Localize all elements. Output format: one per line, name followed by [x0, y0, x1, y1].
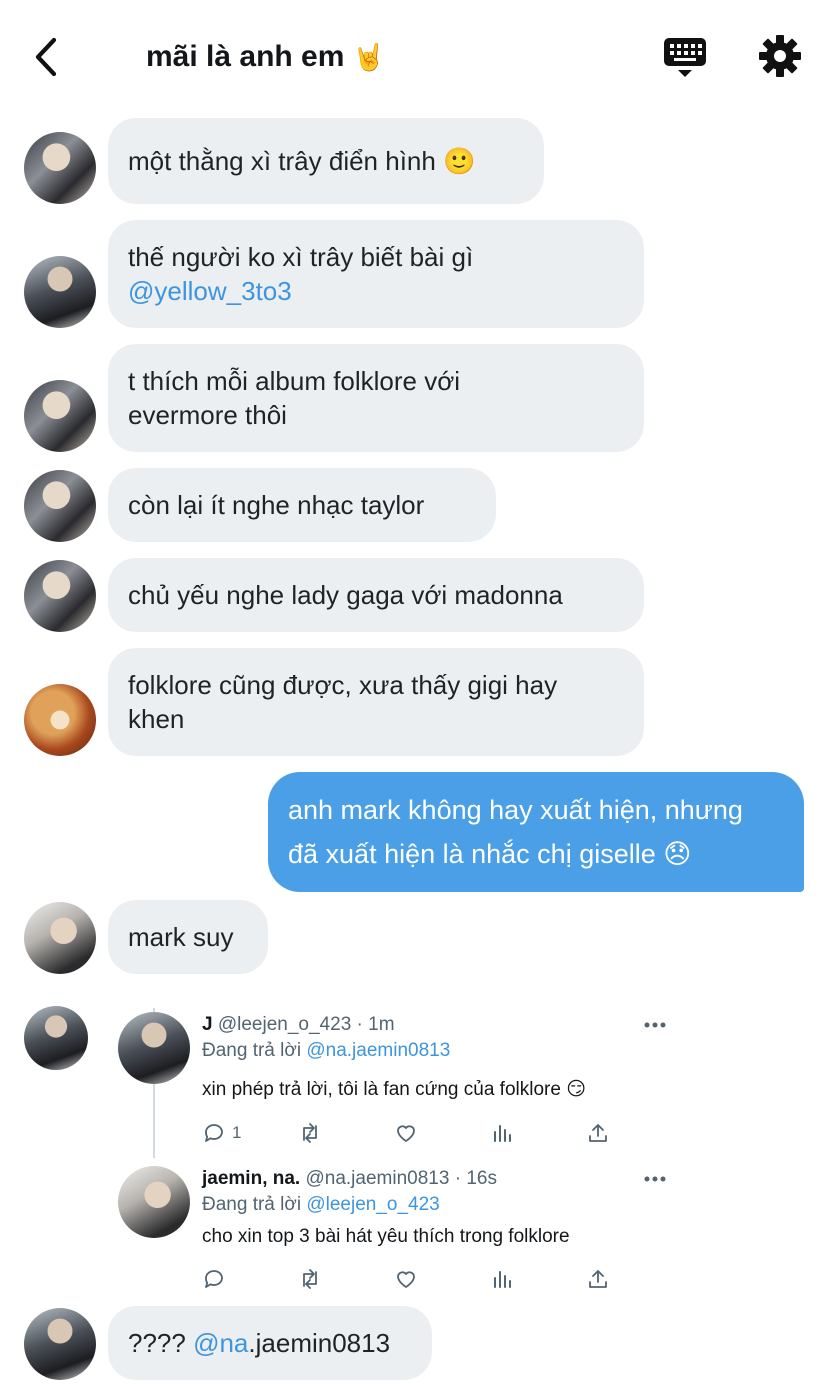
avatar[interactable] [24, 132, 96, 204]
views-icon [494, 1125, 511, 1142]
message-text-line2: khen [128, 704, 185, 734]
message-bubble: một thằng xì trây điển hình 🙂 [108, 118, 544, 204]
like-button[interactable] [394, 1266, 418, 1292]
reply-count: 1 [232, 1123, 242, 1142]
message-text: còn lại ít nghe nhạc taylor [128, 490, 425, 520]
retweet-icon [303, 1123, 317, 1143]
conversation-title: mãi là anh em 🤘 [146, 40, 385, 74]
replying-mention[interactable]: @leejen_o_423 [306, 1194, 439, 1215]
avatar[interactable] [24, 684, 96, 756]
reply-icon [205, 1124, 223, 1142]
mention-link[interactable]: @na [193, 1328, 248, 1358]
message-text-line1: t thích mỗi album folklore với [128, 366, 461, 396]
disappointed-emoji: 😞 [663, 838, 692, 870]
replying-mention[interactable]: @na.jaemin0813 [306, 1040, 450, 1061]
avatar[interactable] [24, 560, 96, 632]
message-bubble: thế người ko xì trây biết bài gì @yellow… [108, 220, 644, 328]
message-text: mark suy [128, 922, 234, 952]
reply-icon [205, 1270, 223, 1288]
back-icon [35, 37, 57, 77]
message-bubble: mark suy [108, 900, 268, 974]
message-text-line1: folklore cũng được, xưa thấy gigi hay [128, 670, 558, 700]
message-bubble: ???? @na.jaemin0813 [108, 1306, 432, 1380]
tweet-author-handle[interactable]: @leejen_o_423 [218, 1014, 351, 1035]
more-icon[interactable] [644, 1175, 666, 1183]
share-button[interactable] [586, 1120, 610, 1146]
avatar[interactable] [24, 1308, 96, 1380]
share-button[interactable] [586, 1266, 610, 1292]
keyboard-icon [664, 38, 706, 77]
tweet-author-avatar[interactable] [118, 1166, 190, 1238]
message-text: ???? [128, 1328, 186, 1358]
share-icon [589, 1270, 607, 1288]
tweet-author-avatar[interactable] [118, 1012, 190, 1084]
avatar[interactable] [24, 1006, 88, 1070]
tweet-author-name[interactable]: J [202, 1014, 213, 1035]
tweet-text: xin phép trả lời, tôi là fan cứng của fo… [202, 1078, 586, 1101]
retweet-icon [303, 1269, 317, 1289]
tweet-replying-to: Đang trả lời @leejen_o_423 [202, 1194, 440, 1216]
smirk-emoji: 😏 [566, 1078, 587, 1100]
conversation-title-text: mãi là anh em [146, 40, 345, 73]
tweet-author-name[interactable]: jaemin, na. [202, 1168, 300, 1189]
reply-button[interactable]: 1 [202, 1120, 241, 1146]
message-text: thế người ko xì trây biết bài gì [128, 242, 474, 272]
like-button[interactable] [394, 1120, 418, 1146]
message-text: chủ yếu nghe lady gaga với madonna [128, 580, 563, 610]
keyboard-button[interactable] [662, 36, 708, 80]
replying-label: Đang trả lời [202, 1194, 302, 1215]
mention-link[interactable]: @yellow_3to3 [128, 276, 292, 306]
sent-message-bubble: anh mark không hay xuất hiện, nhưng đã x… [268, 772, 804, 892]
views-button[interactable] [490, 1266, 514, 1292]
avatar[interactable] [24, 470, 96, 542]
tweet-time: · 16s [454, 1168, 497, 1189]
views-button[interactable] [490, 1120, 514, 1146]
settings-button[interactable] [758, 34, 802, 78]
tweet-text-body: xin phép trả lời, tôi là fan cứng của fo… [202, 1079, 561, 1100]
tweet-header: J @leejen_o_423 · 1m [202, 1014, 395, 1036]
message-bubble: t thích mỗi album folklore với evermore … [108, 344, 644, 452]
tweet-replying-to: Đang trả lời @na.jaemin0813 [202, 1040, 450, 1062]
tweet-time: · 1m [356, 1014, 395, 1035]
share-icon [589, 1124, 607, 1142]
avatar[interactable] [24, 380, 96, 452]
smile-emoji: 🙂 [443, 146, 476, 177]
tweet-text: cho xin top 3 bài hát yêu thích trong fo… [202, 1226, 570, 1247]
like-icon [397, 1125, 415, 1142]
message-text-line2: evermore thôi [128, 400, 287, 430]
tweet-author-handle[interactable]: @na.jaemin0813 [305, 1168, 449, 1189]
gear-icon [759, 35, 801, 77]
reply-button[interactable] [202, 1266, 226, 1292]
tweet-header: jaemin, na. @na.jaemin0813 · 16s [202, 1168, 497, 1190]
retweet-button[interactable] [298, 1120, 322, 1146]
rock-hand-emoji: 🤘 [352, 43, 386, 73]
more-icon[interactable] [644, 1021, 666, 1029]
message-text-line2: đã xuất hiện là nhắc chị giselle [288, 838, 656, 869]
avatar[interactable] [24, 256, 96, 328]
message-bubble: còn lại ít nghe nhạc taylor [108, 468, 496, 542]
views-icon [494, 1271, 511, 1288]
message-bubble: chủ yếu nghe lady gaga với madonna [108, 558, 644, 632]
back-button[interactable] [30, 36, 64, 78]
like-icon [397, 1271, 415, 1288]
message-text-line1: anh mark không hay xuất hiện, nhưng [288, 794, 743, 825]
message-text: một thằng xì trây điển hình [128, 145, 436, 176]
message-text-rest: .jaemin0813 [248, 1328, 391, 1358]
message-bubble: folklore cũng được, xưa thấy gigi hay kh… [108, 648, 644, 756]
replying-label: Đang trả lời [202, 1040, 302, 1061]
avatar[interactable] [24, 902, 96, 974]
retweet-button[interactable] [298, 1266, 322, 1292]
